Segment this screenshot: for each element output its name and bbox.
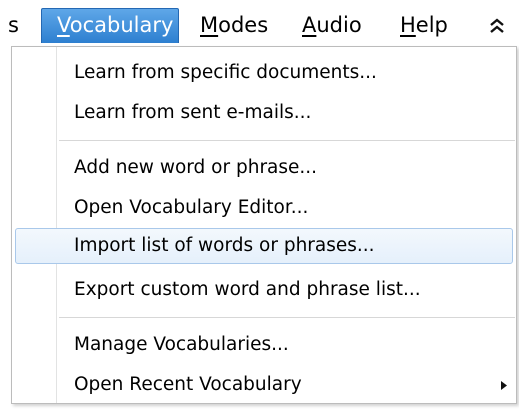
menu-item-learn-from-documents[interactable]: Learn from specific documents... [15,55,513,91]
menu-modes[interactable]: Modes [200,8,280,43]
menu-item-label: Open Vocabulary Editor... [74,197,309,218]
menu-help[interactable]: Help [400,8,460,43]
menu-vocabulary-label: ocabulary [69,13,174,37]
menu-item-label: Learn from sent e-mails... [74,102,312,123]
app-window: s Vocabulary Modes Audio Help Learn from… [0,0,519,410]
menu-item-label: Add new word or phrase... [74,157,318,178]
menu-item-partial[interactable]: s [8,8,30,43]
menu-vocabulary[interactable]: Vocabulary [41,8,179,43]
vocabulary-dropdown-menu: Learn from specific documents... Learn f… [11,46,517,404]
menu-audio-mnemonic: A [302,13,317,37]
menu-item-open-recent-vocabulary[interactable]: Open Recent Vocabulary [15,367,513,403]
menu-help-label: elp [415,13,448,37]
menu-item-label: Export custom word and phrase list... [74,279,421,300]
menu-audio-label: udio [316,13,362,37]
menu-item-add-new-word[interactable]: Add new word or phrase... [15,150,513,186]
double-chevron-up-icon [490,18,504,33]
menu-item-label: Open Recent Vocabulary [74,374,302,395]
collapse-button[interactable] [482,8,512,43]
menu-audio[interactable]: Audio [302,8,382,43]
menu-item-label: Learn from specific documents... [74,62,377,83]
menu-item-label: Import list of words or phrases... [74,235,375,256]
menu-separator [59,140,515,142]
menu-item-export-custom-list[interactable]: Export custom word and phrase list... [15,272,513,308]
menu-vocabulary-mnemonic: V [57,13,70,37]
menu-item-label: Manage Vocabularies... [74,334,289,355]
menu-modes-mnemonic: M [200,13,219,37]
menu-item-manage-vocabularies[interactable]: Manage Vocabularies... [15,327,513,363]
menu-separator [59,317,515,319]
menu-item-import-list[interactable]: Import list of words or phrases... [15,228,513,264]
menu-item-partial-label: s [8,13,19,37]
menu-item-learn-from-sent-emails[interactable]: Learn from sent e-mails... [15,95,513,131]
menu-help-mnemonic: H [400,13,416,37]
menu-modes-label: odes [218,13,269,37]
menu-item-open-vocabulary-editor[interactable]: Open Vocabulary Editor... [15,190,513,226]
menu-bar: s Vocabulary Modes Audio Help [0,0,519,47]
triangle-right-icon [501,381,507,390]
